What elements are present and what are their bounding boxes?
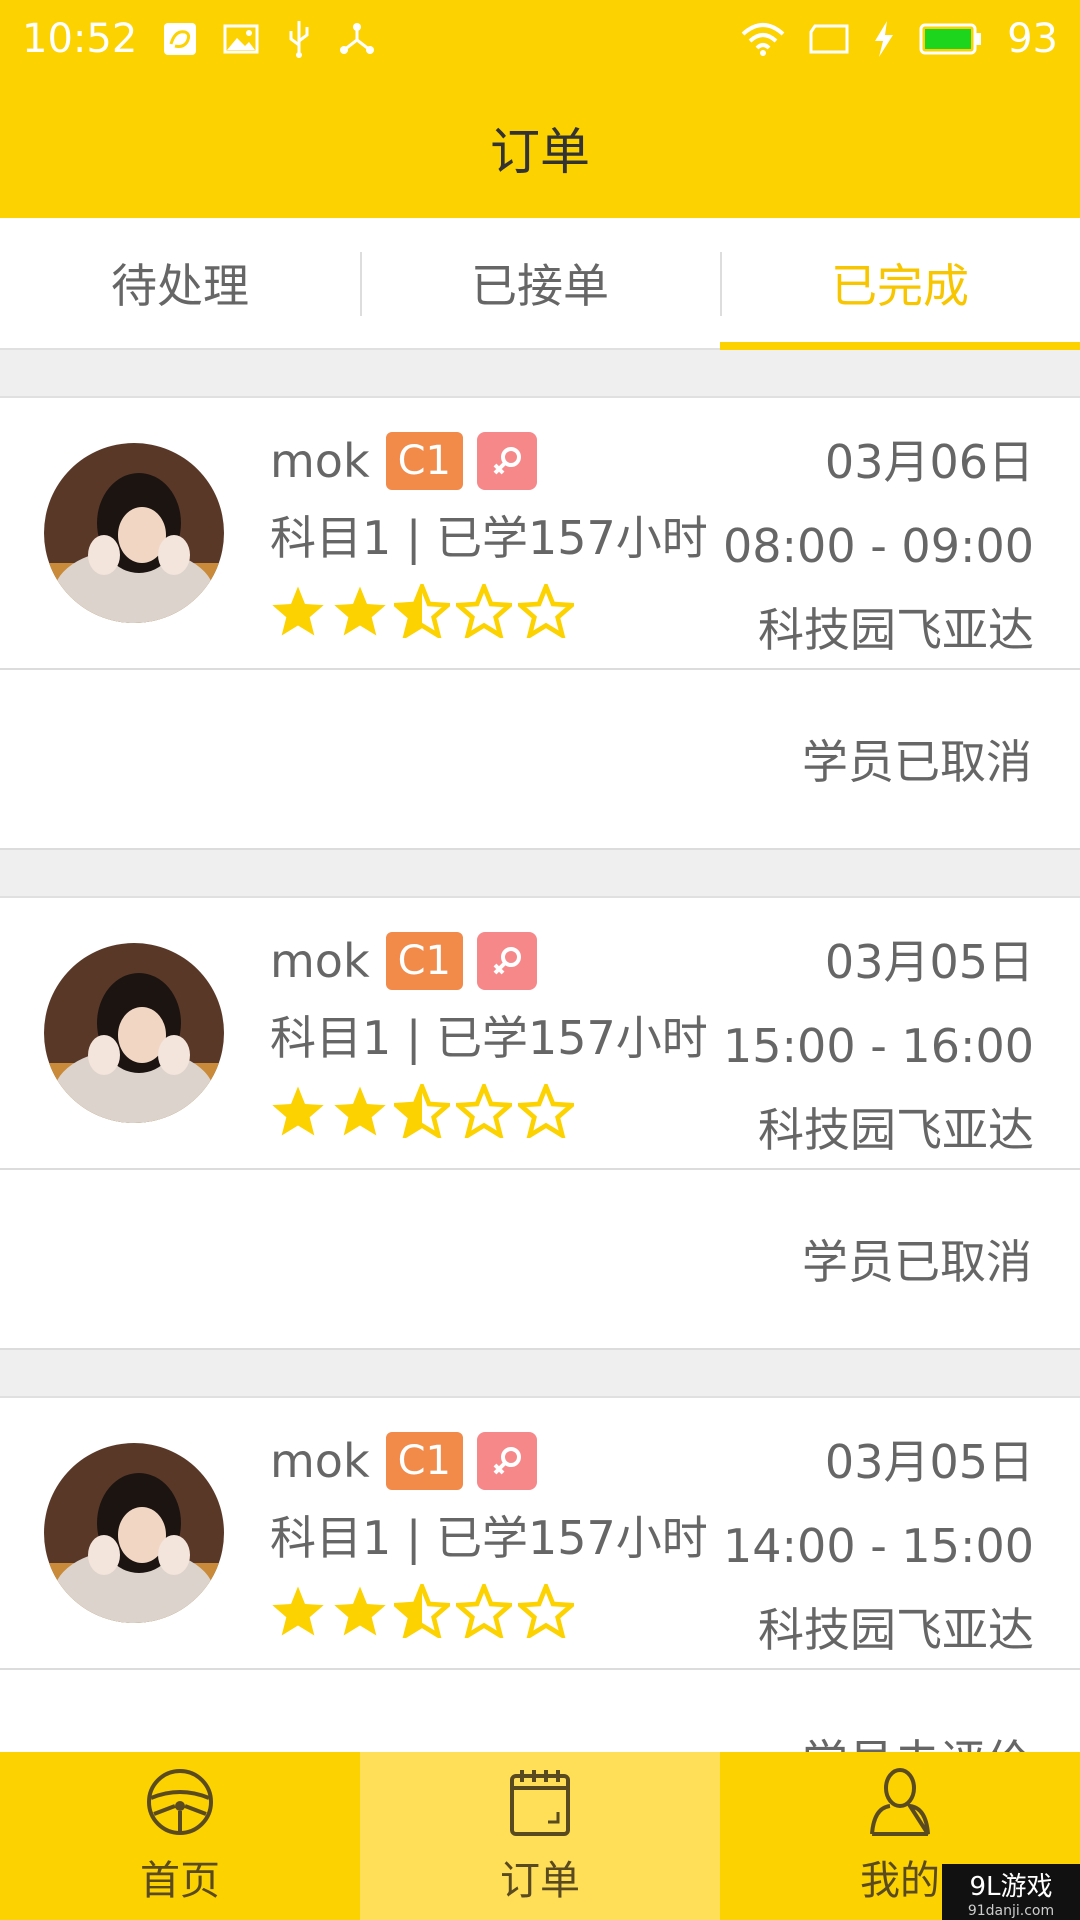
star-rating [270,1084,708,1138]
tab-accepted[interactable]: 已接单 [360,218,720,348]
order-time-range: 14:00 - 15:00 [723,1519,1034,1573]
nav-home[interactable]: 首页 [0,1752,360,1920]
list-divider [0,850,1080,898]
title-bar: 订单 [0,78,1080,218]
order-date: 03月06日 [824,435,1034,489]
order-status-row: 学员已取消 [0,1170,1080,1350]
student-name: mok [270,934,370,988]
order-location: 科技园飞亚达 [758,1603,1034,1657]
tab-bar: 待处理 已接单 已完成 [0,218,1080,350]
order-status: 学员已取消 [802,1235,1032,1289]
avatar [44,943,224,1123]
order-date: 03月05日 [824,1435,1034,1489]
calendar-icon [508,1766,572,1842]
course-info: 科目1 | 已学157小时 [270,1011,708,1065]
watermark-text: 9L游戏 [969,1871,1053,1902]
star-full-icon [334,1586,386,1636]
order-card[interactable]: mok C1 科目1 | 已学157小时 03月05日 14:00 - 15:0… [0,1398,1080,1670]
steering-wheel-icon [144,1766,216,1842]
charging-icon [873,21,895,57]
tab-label: 已完成 [831,259,969,313]
star-full-icon [334,586,386,636]
star-empty-icon [518,1584,574,1638]
status-time: 10:52 [22,16,138,62]
license-badge: C1 [385,1432,463,1490]
star-empty-icon [456,1584,512,1638]
star-empty-icon [518,584,574,638]
female-icon [476,932,537,990]
order-status-row: 学员已取消 [0,670,1080,850]
license-badge: C1 [385,432,463,490]
star-empty-icon [456,1084,512,1138]
nav-label: 我的 [860,1858,940,1904]
share-icon [339,22,375,56]
wifi-icon [741,22,785,56]
star-half-icon [394,1084,450,1138]
star-half-icon [394,584,450,638]
star-full-icon [272,586,324,636]
bottom-nav: 首页 订单 我的 [0,1752,1080,1920]
star-rating [270,1584,708,1638]
order-card[interactable]: mok C1 科目1 | 已学157小时 03月06日 08:00 - 09:0… [0,398,1080,670]
watermark-url: 91danji.com [967,1902,1055,1919]
student-name: mok [270,1434,370,1488]
nav-orders[interactable]: 订单 [360,1752,720,1920]
battery-level: 93 [1007,16,1058,62]
tab-completed[interactable]: 已完成 [720,218,1080,350]
course-info: 科目1 | 已学157小时 [270,511,708,565]
order-location: 科技园飞亚达 [758,1103,1034,1157]
order-status: 学员已取消 [802,735,1032,789]
avatar [44,1443,224,1623]
battery-icon [919,23,983,55]
order-list: mok C1 科目1 | 已学157小时 03月06日 08:00 - 09:0… [0,350,1080,1850]
uc-browser-icon [163,22,197,56]
star-empty-icon [456,584,512,638]
female-icon [476,1432,537,1490]
sim-icon [809,24,849,54]
page-title: 订单 [490,123,590,181]
star-full-icon [334,1086,386,1136]
order-location: 科技园飞亚达 [758,603,1034,657]
star-full-icon [272,1086,324,1136]
tab-label: 待处理 [111,259,249,313]
tab-label: 已接单 [471,259,609,313]
star-half-icon [394,1584,450,1638]
nav-label: 订单 [500,1858,580,1904]
person-icon [868,1766,932,1842]
student-name: mok [270,434,370,488]
order-time-range: 15:00 - 16:00 [723,1019,1034,1073]
nav-label: 首页 [140,1858,220,1904]
course-info: 科目1 | 已学157小时 [270,1511,708,1565]
list-divider [0,1350,1080,1398]
order-date: 03月05日 [824,935,1034,989]
usb-icon [285,19,313,59]
order-time-range: 08:00 - 09:00 [723,519,1034,573]
order-card[interactable]: mok C1 科目1 | 已学157小时 03月05日 15:00 - 16:0… [0,898,1080,1170]
license-badge: C1 [385,932,463,990]
star-empty-icon [518,1084,574,1138]
tab-pending[interactable]: 待处理 [0,218,360,348]
list-divider [0,350,1080,398]
watermark-logo: 9L游戏 91danji.com [942,1864,1080,1920]
female-icon [476,432,537,490]
avatar [44,443,224,623]
star-rating [270,584,708,638]
image-icon [223,24,259,54]
status-bar: 10:52 93 [0,0,1080,78]
star-full-icon [272,1586,324,1636]
